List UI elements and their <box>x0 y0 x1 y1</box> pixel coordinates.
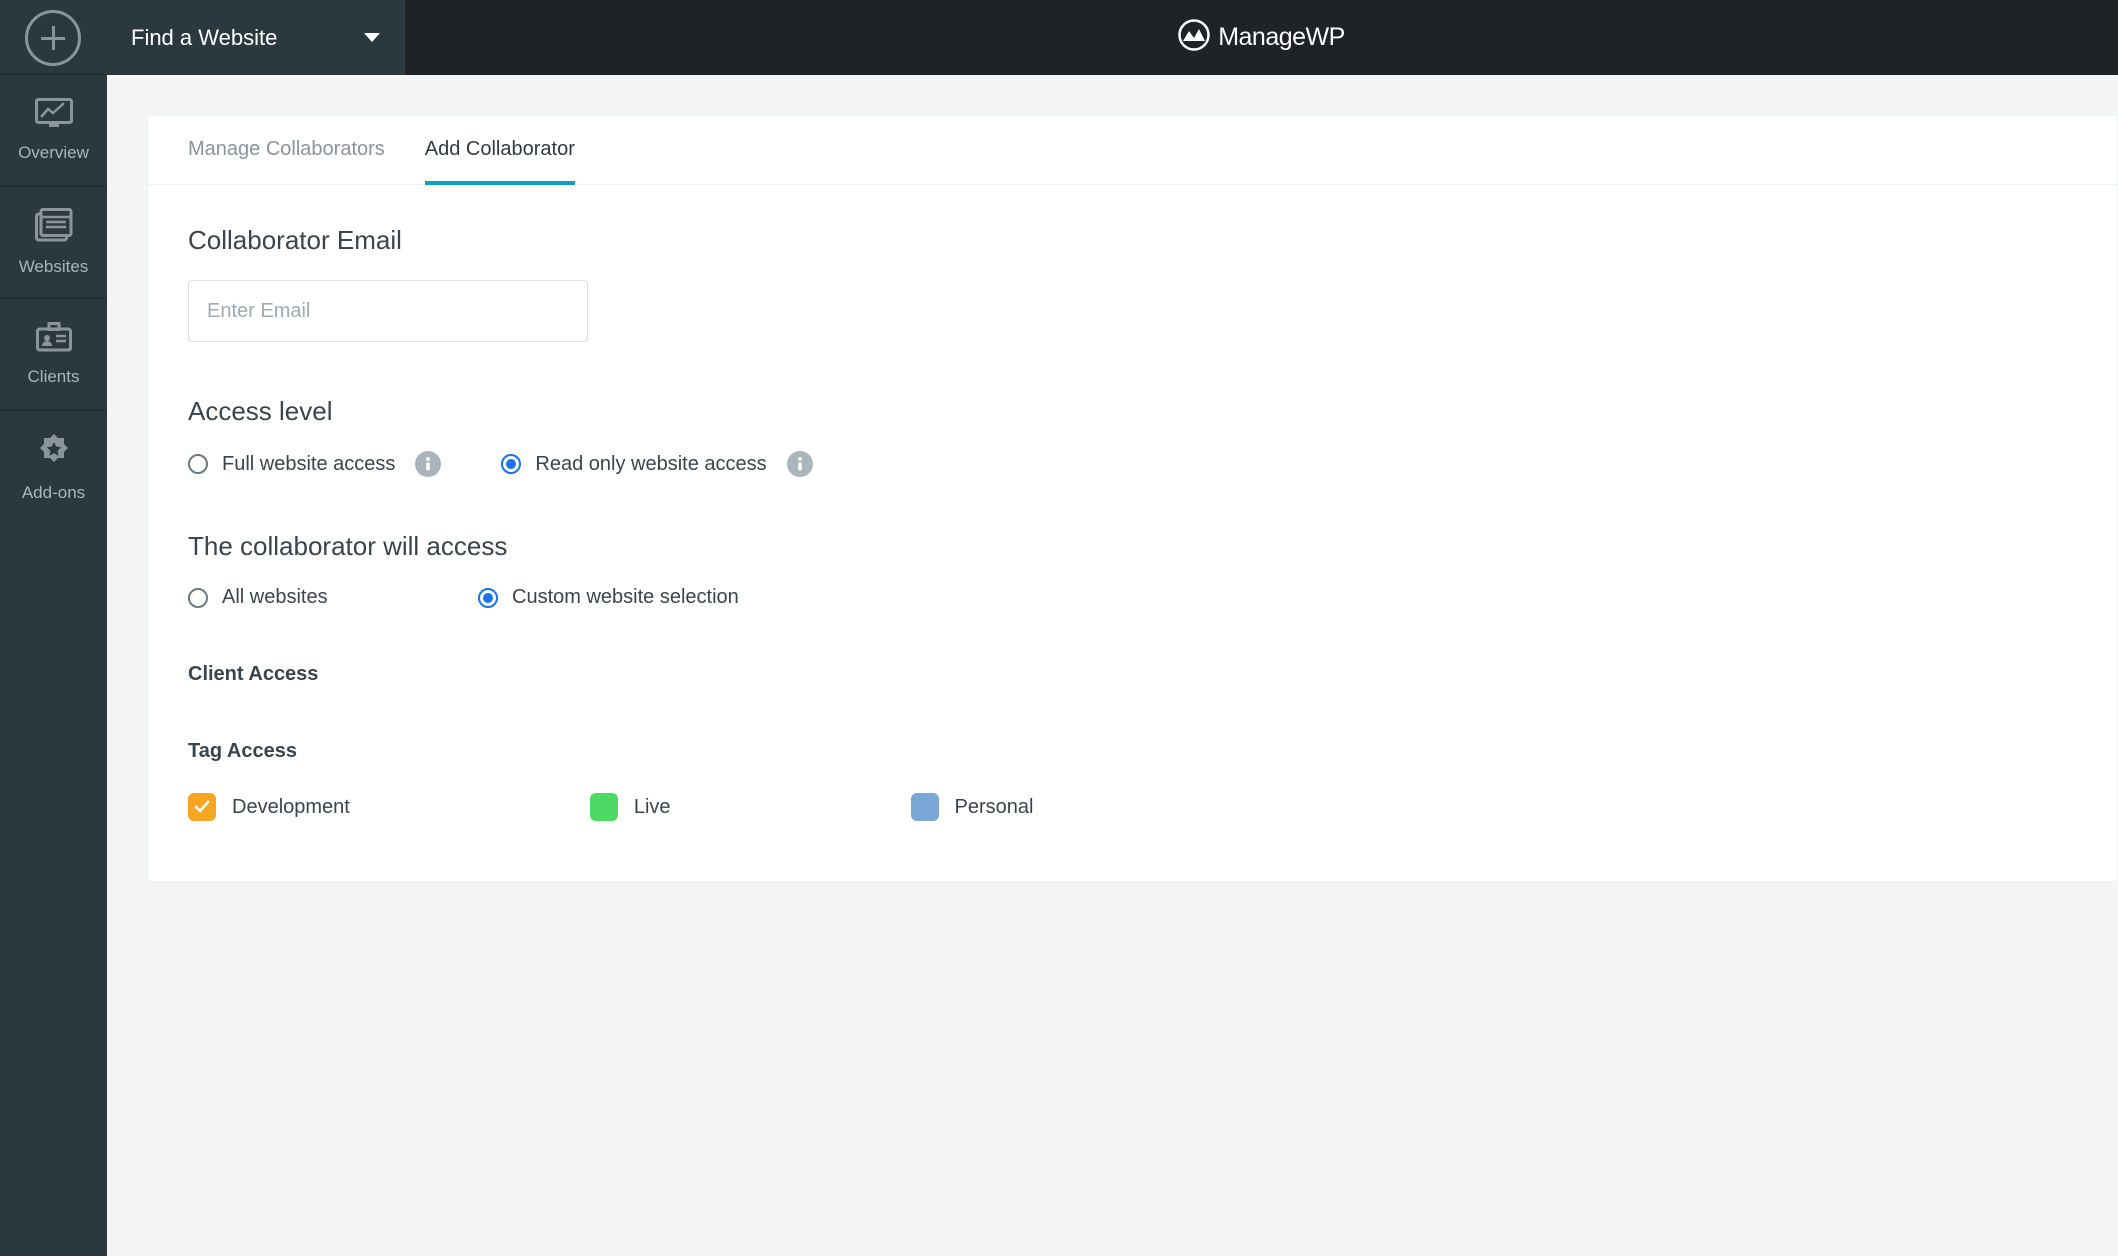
radio-icon <box>501 454 521 474</box>
tag-live[interactable]: Live <box>590 793 671 821</box>
radio-label: All websites <box>222 586 328 609</box>
access-level-heading: Access level <box>188 396 2077 427</box>
radio-all-websites[interactable]: All websites <box>188 586 418 609</box>
tag-label: Live <box>634 796 671 819</box>
radio-label: Read only website access <box>535 453 766 476</box>
sidebar: Overview Websites <box>0 0 107 1256</box>
tab-add-collaborator[interactable]: Add Collaborator <box>425 116 575 185</box>
tag-label: Personal <box>955 796 1034 819</box>
sidebar-item-overview[interactable]: Overview <box>0 75 107 187</box>
overview-icon <box>35 98 73 133</box>
radio-icon <box>188 454 208 474</box>
sidebar-item-label: Clients <box>28 367 80 387</box>
chevron-down-icon <box>364 33 380 42</box>
tag-personal[interactable]: Personal <box>911 793 1034 821</box>
tag-access-heading: Tag Access <box>188 740 2077 763</box>
radio-custom-selection[interactable]: Custom website selection <box>478 586 739 609</box>
info-icon[interactable] <box>787 451 813 477</box>
collaborator-email-input[interactable] <box>188 280 588 342</box>
radio-label: Custom website selection <box>512 586 739 609</box>
client-access-heading: Client Access <box>188 663 2077 686</box>
checkbox-icon <box>188 793 216 821</box>
checkbox-icon <box>911 793 939 821</box>
addons-icon <box>36 432 72 473</box>
tabs: Manage Collaborators Add Collaborator <box>148 116 2117 185</box>
find-website-label: Find a Website <box>131 25 277 51</box>
radio-full-access[interactable]: Full website access <box>188 451 441 477</box>
websites-icon <box>35 208 73 247</box>
sidebar-item-addons[interactable]: Add-ons <box>0 411 107 523</box>
sidebar-item-label: Overview <box>18 143 89 163</box>
info-icon[interactable] <box>415 451 441 477</box>
topbar: Find a Website ManageWP <box>107 0 2118 75</box>
checkbox-icon <box>590 793 618 821</box>
add-button[interactable] <box>25 10 81 66</box>
find-website-dropdown[interactable]: Find a Website <box>107 0 405 75</box>
brand-logo-icon <box>1178 19 1210 56</box>
radio-readonly-access[interactable]: Read only website access <box>501 451 812 477</box>
radio-icon <box>478 588 498 608</box>
brand-name: ManageWP <box>1218 23 1345 52</box>
sidebar-item-label: Websites <box>19 257 89 277</box>
sidebar-item-websites[interactable]: Websites <box>0 187 107 299</box>
clients-icon <box>36 322 72 357</box>
tag-development[interactable]: Development <box>188 793 350 821</box>
brand: ManageWP <box>405 0 2118 75</box>
email-heading: Collaborator Email <box>188 225 2077 256</box>
tab-manage-collaborators[interactable]: Manage Collaborators <box>188 116 385 185</box>
scope-heading: The collaborator will access <box>188 531 2077 562</box>
radio-label: Full website access <box>222 453 395 476</box>
radio-icon <box>188 588 208 608</box>
main-card: Manage Collaborators Add Collaborator Co… <box>147 115 2118 882</box>
tag-label: Development <box>232 796 350 819</box>
sidebar-item-label: Add-ons <box>22 483 85 503</box>
sidebar-item-clients[interactable]: Clients <box>0 299 107 411</box>
